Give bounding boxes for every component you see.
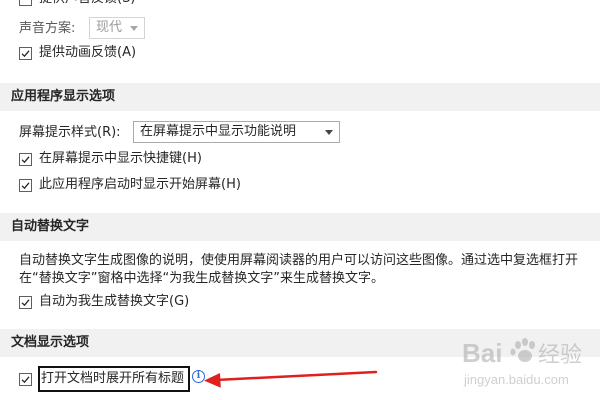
checkmark-icon	[21, 299, 30, 307]
section-title-app-display: 应用程序显示选项	[11, 89, 116, 104]
checkmark-icon	[21, 376, 30, 384]
animation-feedback-checkbox[interactable]	[19, 47, 32, 60]
checkmark-icon	[21, 50, 30, 58]
expand-headings-label: 打开文档时展开所有标题	[41, 371, 185, 386]
checkmark-icon	[21, 182, 30, 190]
animation-feedback-label: 提供动画反馈(A)	[39, 45, 137, 60]
section-title-alt-text: 自动替换文字	[11, 219, 90, 234]
red-arrow-annotation	[204, 370, 378, 388]
sound-feedback-label: 提供声音反馈(S)	[39, 0, 135, 8]
svg-text:Bai: Bai	[462, 338, 502, 368]
show-shortcuts-label: 在屏幕提示中显示快捷键(H)	[39, 151, 202, 166]
show-start-screen-checkbox[interactable]	[19, 179, 32, 192]
screentip-style-label: 屏幕提示样式(R):	[19, 125, 121, 140]
auto-generate-alt-text-checkbox[interactable]	[19, 296, 32, 309]
section-title-doc-display: 文档显示选项	[11, 335, 90, 350]
show-shortcuts-checkbox[interactable]	[19, 153, 32, 166]
baidu-paw-logo: Bai 经验 jingyan.baidu.com	[462, 338, 582, 387]
alt-text-description-line2: 在“替换文字”窗格中选择“为我生成替换文字”来生成替换文字。	[19, 271, 384, 286]
chevron-down-icon	[130, 26, 138, 31]
svg-text:jingyan.baidu.com: jingyan.baidu.com	[463, 372, 569, 387]
sound-scheme-label: 声音方案:	[19, 21, 76, 36]
section-header-app-display: 应用程序显示选项	[0, 83, 600, 111]
sound-feedback-checkbox[interactable]	[19, 0, 32, 6]
screentip-style-select[interactable]: 在屏幕提示中显示功能说明	[133, 121, 340, 143]
auto-generate-alt-text-label: 自动为我生成替换文字(G)	[39, 294, 190, 309]
expand-headings-checkbox[interactable]	[19, 373, 32, 386]
chevron-down-icon	[325, 130, 333, 135]
checkmark-icon	[21, 156, 30, 164]
sound-scheme-value: 现代	[96, 20, 123, 35]
screentip-style-value: 在屏幕提示中显示功能说明	[140, 124, 297, 139]
alt-text-description-line1: 自动替换文字生成图像的说明，使使用屏幕阅读器的用户可以访问这些图像。通过选中复选…	[19, 253, 579, 268]
section-header-alt-text: 自动替换文字	[0, 213, 600, 241]
sound-scheme-select[interactable]: 现代	[89, 17, 145, 39]
show-start-screen-label: 此应用程序启动时显示开始屏幕(H)	[39, 177, 241, 192]
svg-text:经验: 经验	[538, 342, 582, 367]
baidu-watermark: Bai 经验 jingyan.baidu.com	[458, 332, 588, 392]
